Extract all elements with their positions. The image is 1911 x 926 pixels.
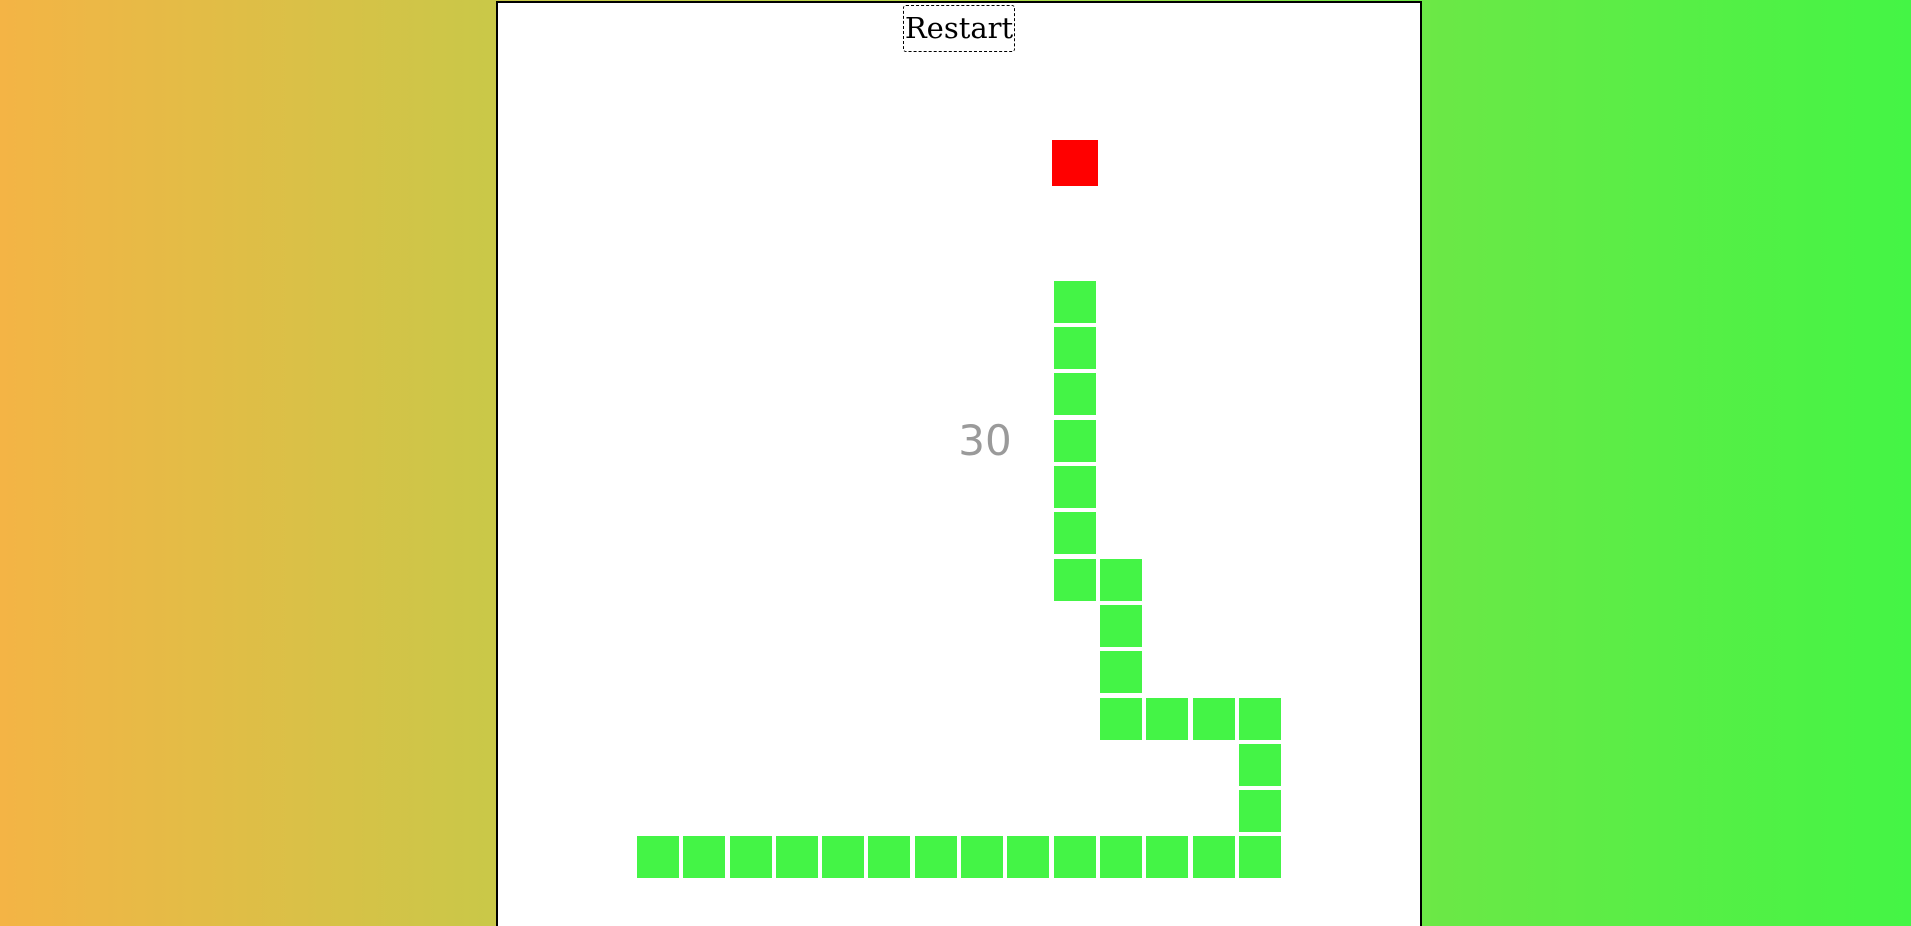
- snake-segment: [1053, 466, 1096, 508]
- snake-segment: [1099, 558, 1142, 601]
- snake-segment: [961, 836, 1003, 879]
- snake-segment: [868, 836, 911, 879]
- snake-segment: [822, 836, 865, 879]
- snake-segment: [1238, 697, 1281, 740]
- snake-segment: [1007, 836, 1050, 879]
- snake-segment: [1238, 790, 1281, 833]
- snake-segment: [1192, 836, 1235, 879]
- snake-segment: [914, 836, 957, 879]
- snake-segment: [1238, 743, 1281, 786]
- snake-segment: [1146, 836, 1189, 879]
- snake-segment: [1053, 419, 1096, 462]
- score-display: 30: [958, 416, 1012, 465]
- snake-segment: [1099, 604, 1142, 647]
- snake-segment: [683, 836, 726, 879]
- snake-segment: [729, 836, 772, 879]
- snake-segment: [1099, 651, 1142, 694]
- snake-segment: [1053, 836, 1096, 879]
- food-item: [1051, 139, 1098, 186]
- snake-segment: [1053, 373, 1096, 416]
- snake-segment: [1099, 697, 1142, 740]
- snake-segment: [1099, 836, 1142, 879]
- snake-segment: [1146, 697, 1189, 740]
- restart-button[interactable]: Restart: [903, 5, 1015, 52]
- snake-segment: [1053, 327, 1096, 370]
- snake-segment: [1238, 836, 1281, 879]
- snake-segment: [1192, 697, 1235, 740]
- snake-head: [1053, 280, 1096, 323]
- snake-segment: [636, 836, 679, 879]
- snake-segment: [1053, 558, 1096, 601]
- snake-segment: [775, 836, 818, 879]
- snake-segment: [1053, 512, 1096, 555]
